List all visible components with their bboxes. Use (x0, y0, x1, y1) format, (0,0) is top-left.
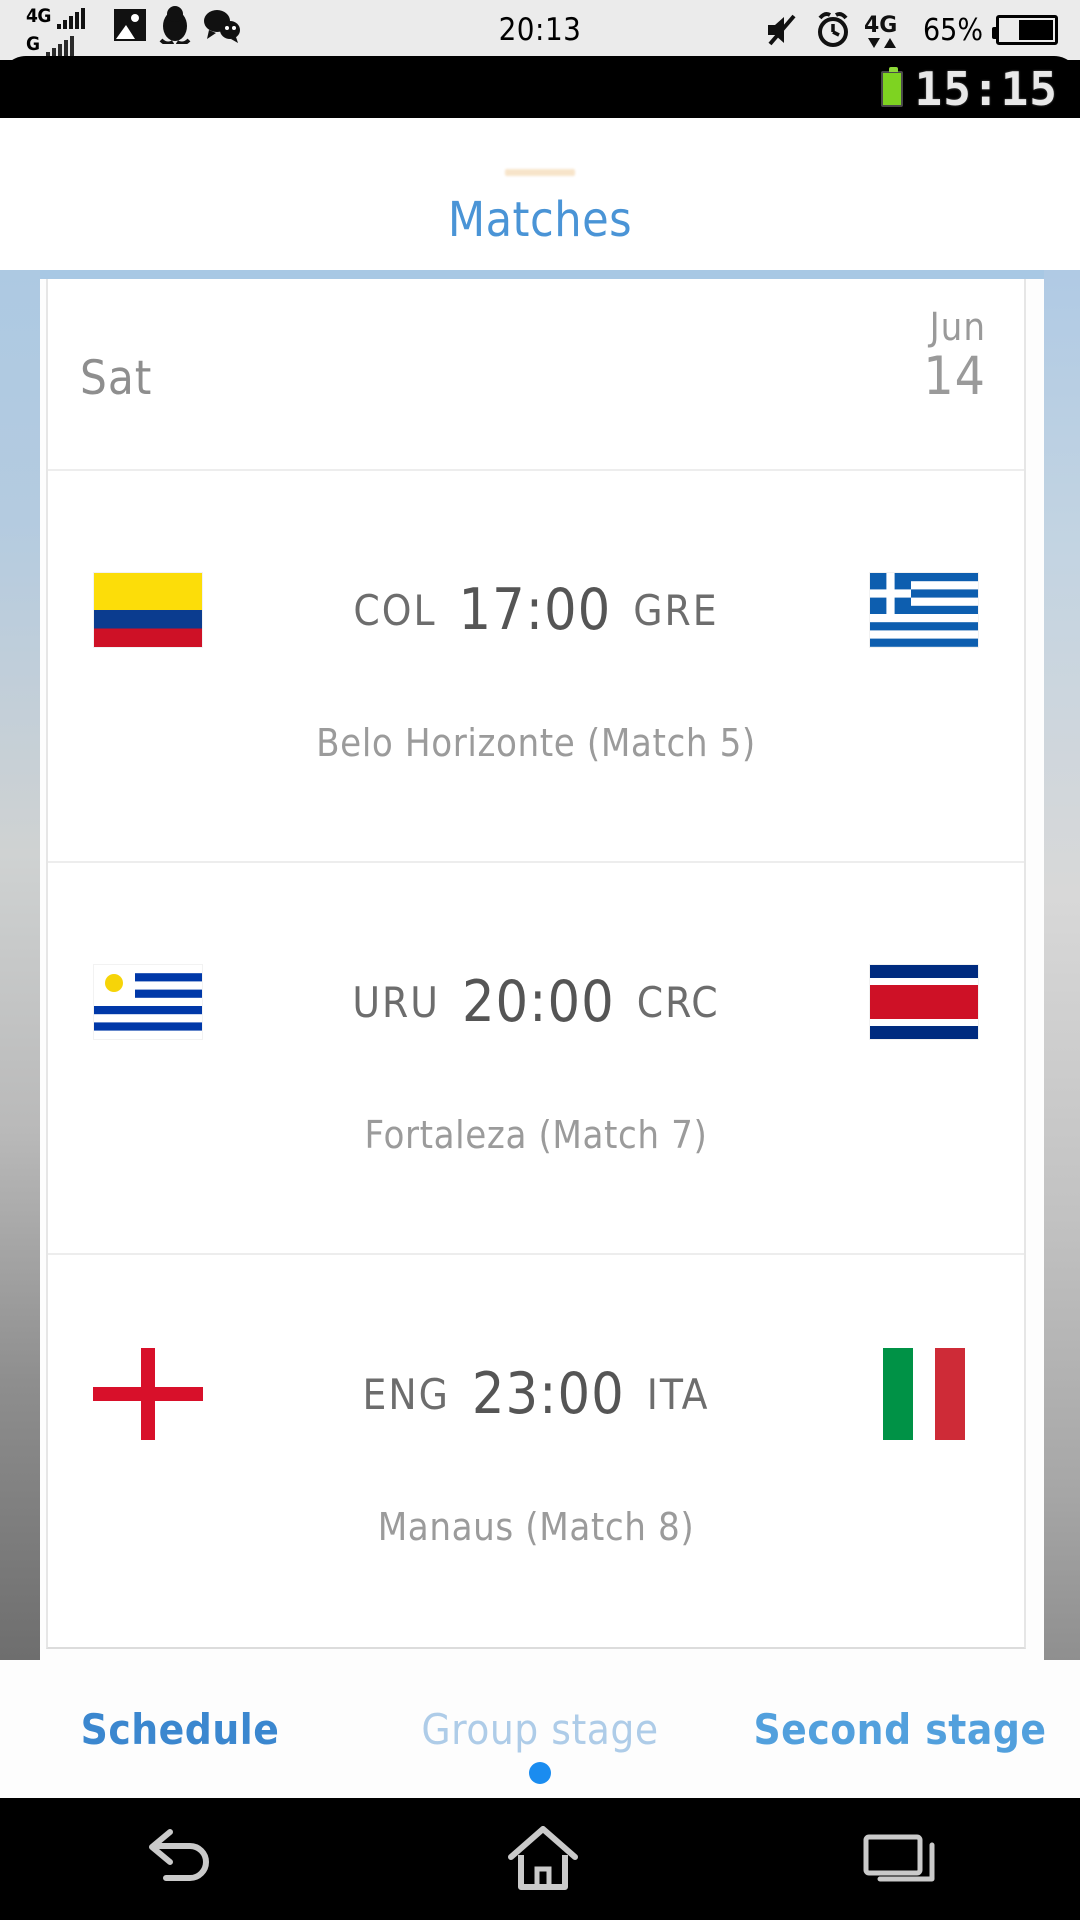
schedule-sheet: Sat Jun 14 COL 17:00 GRE Belo Horizonte … (0, 270, 1080, 1660)
match-center: COL 17:00 GRE (248, 577, 824, 643)
england-flag (93, 1348, 203, 1440)
match-kickoff-time: 20:00 (461, 969, 615, 1035)
tab-second-stage[interactable]: Second stage (720, 1705, 1080, 1754)
match-main-row: COL 17:00 GRE (48, 471, 1024, 749)
tab-group-stage[interactable]: Group stage (360, 1705, 720, 1754)
ghost-indicator (505, 169, 575, 176)
mute-icon (768, 14, 796, 46)
sheet-right-edge (1044, 270, 1080, 1660)
back-icon[interactable] (136, 1824, 228, 1894)
home-icon[interactable] (501, 1821, 585, 1897)
matches-card[interactable]: Sat Jun 14 COL 17:00 GRE Belo Horizonte … (46, 279, 1026, 1649)
uruguay-flag (94, 965, 202, 1039)
battery-percent: 65% (923, 12, 983, 48)
page-indicator-dot (529, 1762, 551, 1784)
recents-icon[interactable] (858, 1827, 944, 1891)
table-row[interactable]: URU 20:00 CRC Fortaleza (Match 7) (48, 863, 1024, 1255)
costa-rica-flag (870, 965, 978, 1039)
colombia-flag (94, 573, 202, 647)
match-venue: Fortaleza (Match 7) (364, 1113, 708, 1157)
home-flag-container (48, 573, 248, 647)
bottom-tab-bar: Schedule Group stage Second stage (0, 1660, 1080, 1798)
data-4g-icon: 4G (864, 13, 897, 48)
app-title-bar: Matches (0, 118, 1080, 270)
greece-flag (870, 573, 978, 647)
match-kickoff-time: 17:00 (458, 577, 612, 643)
date-month: Jun (929, 305, 986, 349)
match-kickoff-time: 23:00 (471, 1361, 625, 1427)
inner-battery-icon (880, 67, 903, 107)
table-row[interactable]: ENG 23:00 ITA Manaus (Match 8) (48, 1255, 1024, 1647)
match-venue: Manaus (Match 8) (377, 1505, 695, 1549)
host-status-right: 4G 65% (764, 0, 1058, 60)
away-flag-container (824, 965, 1024, 1039)
date-month-day: Jun 14 (923, 305, 986, 408)
away-team-abbr: ITA (646, 1369, 710, 1419)
away-team-abbr: CRC (636, 977, 720, 1027)
match-main-row: ENG 23:00 ITA (48, 1255, 1024, 1533)
away-flag-container (824, 573, 1024, 647)
match-center: ENG 23:00 ITA (248, 1361, 824, 1427)
match-main-row: URU 20:00 CRC (48, 863, 1024, 1141)
date-day-of-week: Sat (80, 351, 153, 406)
sheet-left-edge (0, 270, 40, 1660)
match-venue: Belo Horizonte (Match 5) (316, 721, 756, 765)
screen-root: 4G G 20:13 4G 65% 15:15 Matches Sat Jun … (0, 0, 1080, 1920)
match-center: URU 20:00 CRC (248, 969, 824, 1035)
home-flag-container (48, 1348, 248, 1440)
home-team-abbr: COL (353, 585, 437, 635)
away-flag-container (824, 1348, 1024, 1440)
home-team-abbr: ENG (362, 1369, 450, 1419)
page-title: Matches (447, 192, 633, 248)
android-nav-bar (0, 1798, 1080, 1920)
host-status-bar: 4G G 20:13 4G 65% (0, 0, 1080, 60)
inner-clock: 15:15 (914, 62, 1058, 116)
alarm-icon (818, 12, 848, 47)
home-flag-container (48, 965, 248, 1039)
italy-flag (869, 1348, 979, 1440)
app-container: Matches Sat Jun 14 COL 17:00 GRE Belo Ho… (0, 118, 1080, 1798)
away-team-abbr: GRE (633, 585, 719, 635)
inner-status-bar: 15:15 (0, 56, 1080, 122)
battery-icon (992, 15, 1058, 45)
date-header: Sat Jun 14 (48, 279, 1024, 471)
svg-text:4G: 4G (864, 13, 897, 38)
sheet-top-border (0, 270, 1080, 279)
home-team-abbr: URU (352, 977, 440, 1027)
date-day-number: 14 (923, 346, 986, 408)
table-row[interactable]: COL 17:00 GRE Belo Horizonte (Match 5) (48, 471, 1024, 863)
tab-schedule[interactable]: Schedule (0, 1705, 360, 1754)
inner-status-right: 15:15 (880, 56, 1058, 122)
